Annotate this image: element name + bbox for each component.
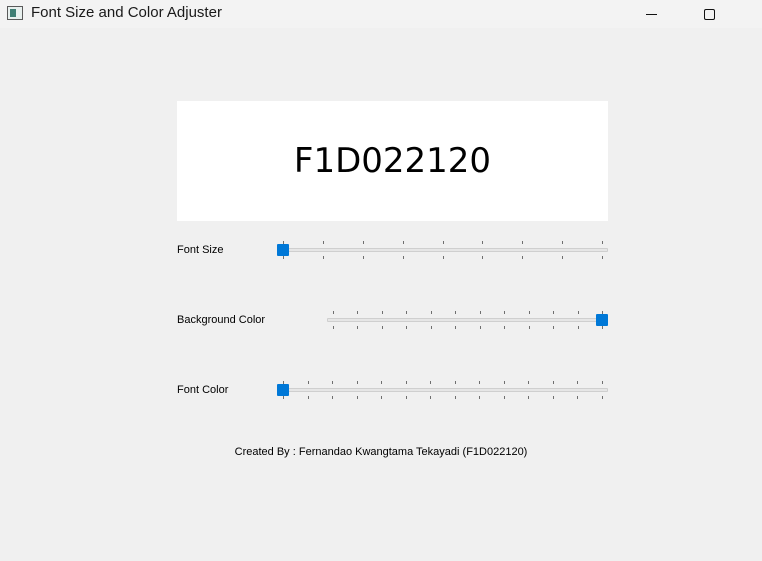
slider-tick: [455, 396, 456, 399]
slider-tick: [332, 396, 333, 399]
window-title: Font Size and Color Adjuster: [31, 4, 222, 21]
slider-tick: [602, 381, 603, 384]
slider-tick: [562, 241, 563, 244]
slider-tick: [443, 256, 444, 259]
credits-text: Created By : Fernandao Kwangtama Tekayad…: [234, 446, 528, 458]
slider-tick: [443, 241, 444, 244]
slider-tick: [504, 326, 505, 329]
slider-tick: [381, 396, 382, 399]
slider-tick: [403, 256, 404, 259]
slider-tick: [482, 241, 483, 244]
slider-tick: [529, 326, 530, 329]
slider-tick: [480, 311, 481, 314]
slider-tick: [553, 396, 554, 399]
slider-tick: [504, 311, 505, 314]
font-size-label: Font Size: [177, 244, 224, 256]
slider-tick: [363, 256, 364, 259]
slider-tick: [357, 311, 358, 314]
slider-tick: [479, 396, 480, 399]
slider-tick: [357, 381, 358, 384]
slider-tick: [455, 326, 456, 329]
preview-panel: F1D022120: [177, 101, 608, 221]
slider-tick: [479, 381, 480, 384]
slider-tick: [406, 311, 407, 314]
slider-tick: [381, 381, 382, 384]
font-color-label: Font Color: [177, 384, 229, 396]
slider-handle[interactable]: [596, 314, 608, 326]
slider-tick: [332, 381, 333, 384]
preview-text: F1D022120: [293, 141, 492, 181]
slider-tick: [455, 381, 456, 384]
minimize-button[interactable]: [628, 0, 674, 28]
slider-tick: [357, 396, 358, 399]
app-window: Font Size and Color Adjuster F1D022120 F…: [0, 0, 762, 561]
slider-groove: [277, 248, 608, 252]
title-bar[interactable]: Font Size and Color Adjuster: [0, 0, 762, 28]
slider-tick: [430, 396, 431, 399]
slider-tick: [522, 256, 523, 259]
slider-tick: [382, 311, 383, 314]
slider-tick: [528, 381, 529, 384]
slider-tick: [522, 241, 523, 244]
slider-tick: [308, 396, 309, 399]
slider-tick: [528, 396, 529, 399]
slider-tick: [504, 381, 505, 384]
background-color-slider[interactable]: [327, 306, 608, 334]
slider-tick: [504, 396, 505, 399]
font-size-slider[interactable]: [277, 236, 608, 264]
slider-handle[interactable]: [277, 384, 289, 396]
slider-tick: [283, 396, 284, 399]
slider-tick: [553, 326, 554, 329]
slider-tick: [602, 256, 603, 259]
minimize-icon: [645, 13, 657, 15]
slider-tick: [333, 326, 334, 329]
slider-tick: [382, 326, 383, 329]
maximize-button[interactable]: [686, 0, 732, 28]
slider-tick: [431, 326, 432, 329]
slider-tick: [363, 241, 364, 244]
slider-tick: [431, 311, 432, 314]
slider-groove: [277, 388, 608, 392]
slider-groove: [327, 318, 608, 322]
slider-tick: [406, 326, 407, 329]
slider-tick: [455, 311, 456, 314]
slider-tick: [323, 241, 324, 244]
slider-tick: [430, 381, 431, 384]
slider-tick: [577, 381, 578, 384]
app-window-icon: [7, 6, 23, 20]
slider-tick: [323, 256, 324, 259]
slider-tick: [602, 241, 603, 244]
slider-tick: [553, 381, 554, 384]
maximize-icon: [703, 8, 715, 20]
slider-tick: [482, 256, 483, 259]
background-color-label: Background Color: [177, 314, 266, 326]
slider-tick: [578, 311, 579, 314]
slider-tick: [480, 326, 481, 329]
slider-tick: [308, 381, 309, 384]
slider-tick: [553, 311, 554, 314]
slider-tick: [562, 256, 563, 259]
slider-tick: [529, 311, 530, 314]
slider-tick: [333, 311, 334, 314]
slider-tick: [406, 381, 407, 384]
slider-tick: [578, 326, 579, 329]
slider-tick: [406, 396, 407, 399]
slider-tick: [602, 326, 603, 329]
slider-tick: [577, 396, 578, 399]
slider-tick: [602, 396, 603, 399]
slider-tick: [357, 326, 358, 329]
slider-tick: [403, 241, 404, 244]
slider-tick: [283, 256, 284, 259]
font-color-slider[interactable]: [277, 376, 608, 404]
slider-handle[interactable]: [277, 244, 289, 256]
